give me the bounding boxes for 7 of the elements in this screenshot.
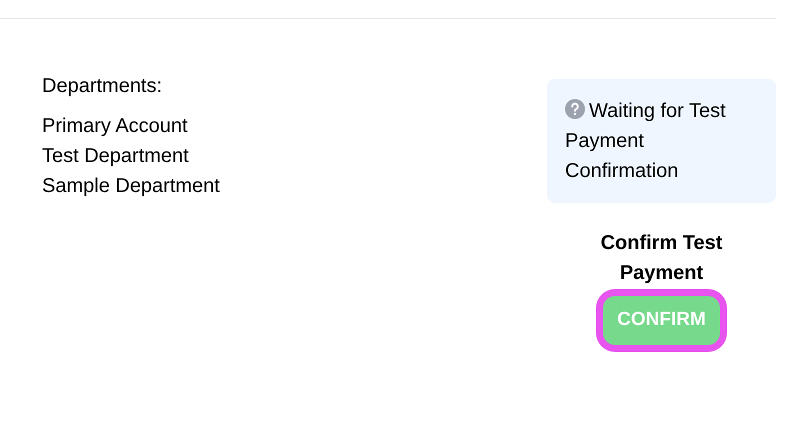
department-name: Primary Account bbox=[42, 114, 189, 139]
department-name: Test Department bbox=[42, 144, 190, 169]
departments-label: Departments: bbox=[42, 74, 164, 99]
confirm-button[interactable]: CONFIRM bbox=[603, 296, 720, 344]
confirm-heading: Confirm Test Payment bbox=[600, 231, 724, 286]
question-icon bbox=[565, 99, 585, 119]
department-name: Sample Department bbox=[42, 174, 221, 199]
